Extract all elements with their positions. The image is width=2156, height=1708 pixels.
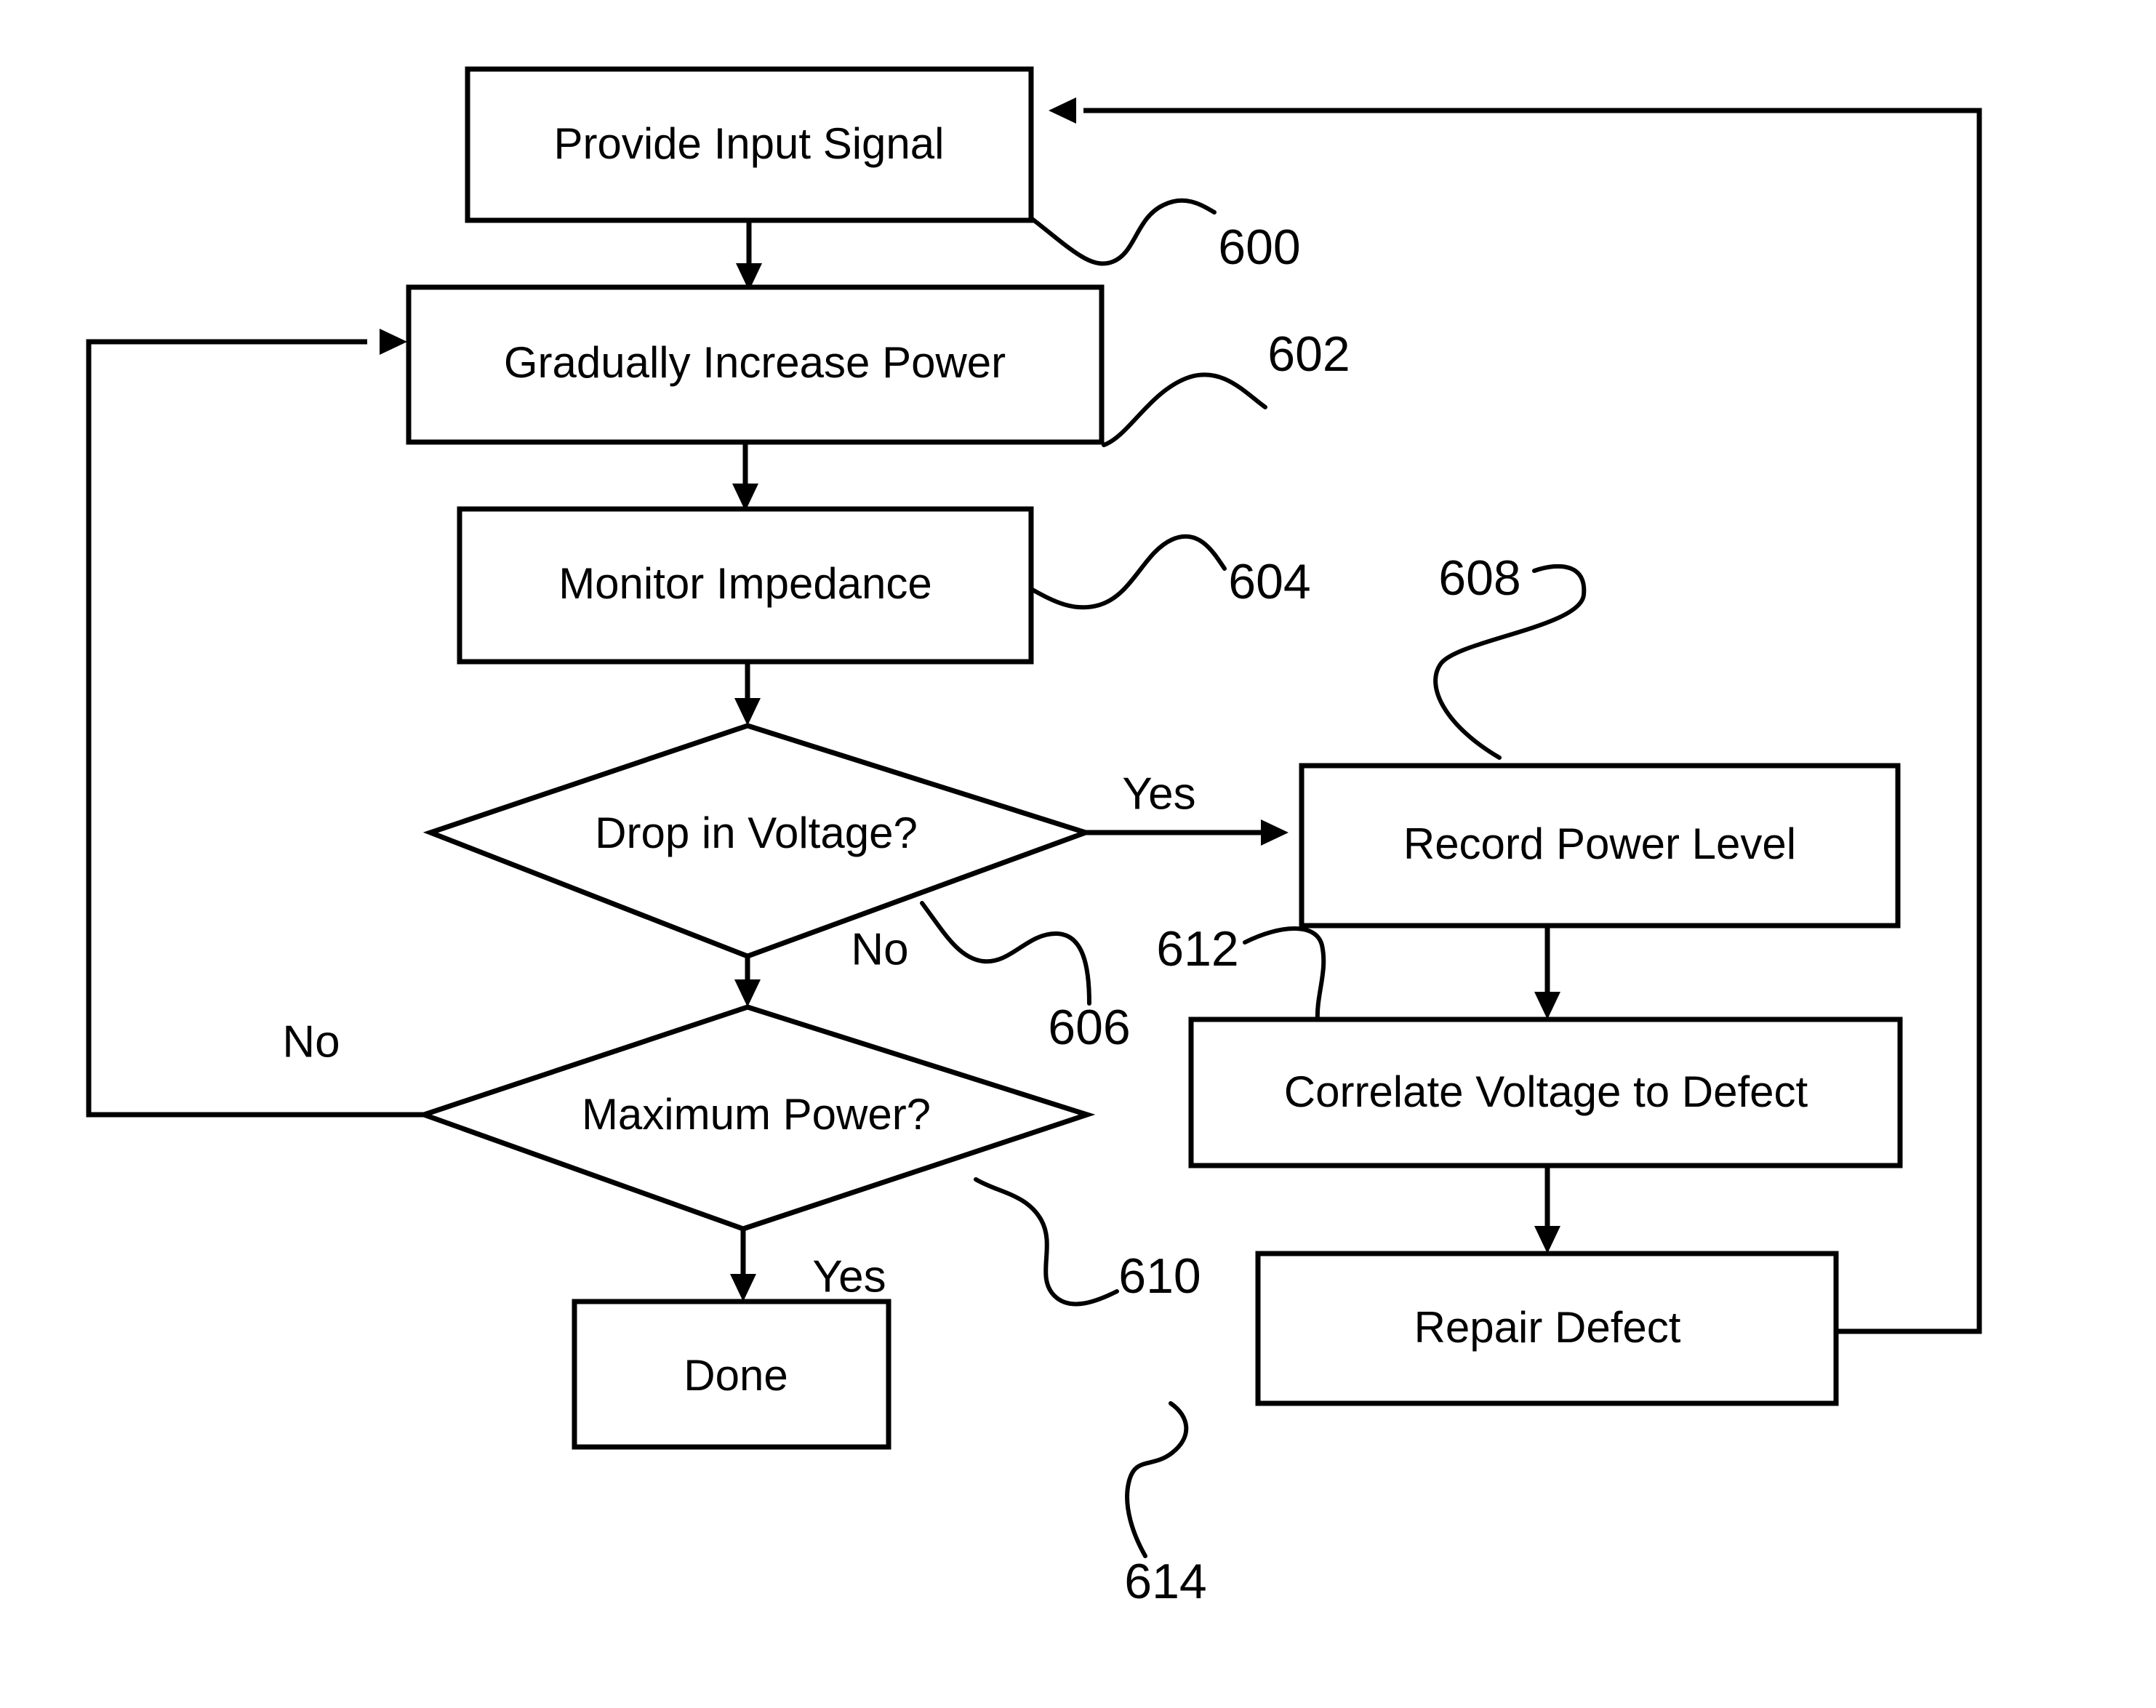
leader-line-600 [1029, 198, 1217, 266]
reference-numeral-606: 606 [1048, 1000, 1130, 1055]
reference-numeral-610: 610 [1118, 1248, 1201, 1304]
node-drop-in-voltage[interactable]: Drop in Voltage? [422, 723, 1094, 959]
branch-label-drop-in-voltage-no: No [851, 924, 908, 974]
reference-numeral-608: 608 [1438, 550, 1520, 606]
leader-line-604 [1029, 534, 1227, 610]
connector-input-to-increase [736, 220, 762, 291]
connector-increase-to-monitor [732, 442, 758, 511]
reference-numeral-614: 614 [1124, 1554, 1206, 1609]
node-maximum-power[interactable]: Maximum Power? [416, 1004, 1096, 1232]
node-label-correlate-voltage-to-defect: Correlate Voltage to Defect [1284, 1067, 1808, 1116]
node-label-gradually-increase-power: Gradually Increase Power [504, 338, 1006, 387]
branch-label-maximum-power-no: No [282, 1017, 340, 1067]
flowchart-diagram: Provide Input Signal Gradually Increase … [86, 66, 1982, 1609]
node-label-drop-in-voltage: Drop in Voltage? [595, 809, 918, 857]
connector-dropvoltage-no-to-maxpower [734, 956, 761, 1007]
connector-correlate-to-repair [1534, 1166, 1560, 1254]
figure-canvas: Provide Input Signal Gradually Increase … [0, 0, 2156, 1708]
node-gradually-increase-power[interactable]: Gradually Increase Power [406, 284, 1105, 445]
connector-monitor-to-dropvoltage [734, 662, 761, 726]
leader-line-612 [1243, 926, 1326, 1023]
leader-line-602 [1102, 372, 1267, 447]
leader-line-614 [1125, 1401, 1189, 1558]
branch-label-maximum-power-yes: Yes [812, 1251, 886, 1302]
node-label-maximum-power: Maximum Power? [582, 1090, 931, 1139]
connector-record-to-correlate [1534, 926, 1560, 1019]
node-record-power-level[interactable]: Record Power Level [1299, 763, 1901, 929]
node-provide-input-signal[interactable]: Provide Input Signal [465, 66, 1034, 223]
leader-line-610 [974, 1177, 1119, 1307]
branch-label-drop-in-voltage-yes: Yes [1122, 769, 1195, 819]
reference-numeral-612: 612 [1156, 921, 1238, 977]
node-label-repair-defect: Repair Defect [1414, 1303, 1681, 1352]
node-label-provide-input-signal: Provide Input Signal [553, 119, 944, 168]
connector-maxpower-no-feedback [86, 329, 424, 1118]
reference-numeral-602: 602 [1267, 326, 1350, 382]
connector-maxpower-yes-to-done [730, 1229, 756, 1302]
reference-numeral-604: 604 [1228, 554, 1310, 609]
connector-dropvoltage-yes-to-record [1086, 819, 1289, 846]
leader-line-606 [920, 901, 1091, 1006]
node-label-monitor-impedance: Monitor Impedance [558, 559, 932, 608]
node-monitor-impedance[interactable]: Monitor Impedance [457, 506, 1034, 665]
node-correlate-voltage-to-defect[interactable]: Correlate Voltage to Defect [1188, 1017, 1903, 1168]
node-repair-defect[interactable]: Repair Defect [1255, 1251, 1839, 1406]
node-done[interactable]: Done [572, 1299, 891, 1450]
node-label-done: Done [684, 1351, 788, 1400]
node-label-record-power-level: Record Power Level [1403, 819, 1796, 868]
reference-numeral-600: 600 [1218, 220, 1300, 275]
